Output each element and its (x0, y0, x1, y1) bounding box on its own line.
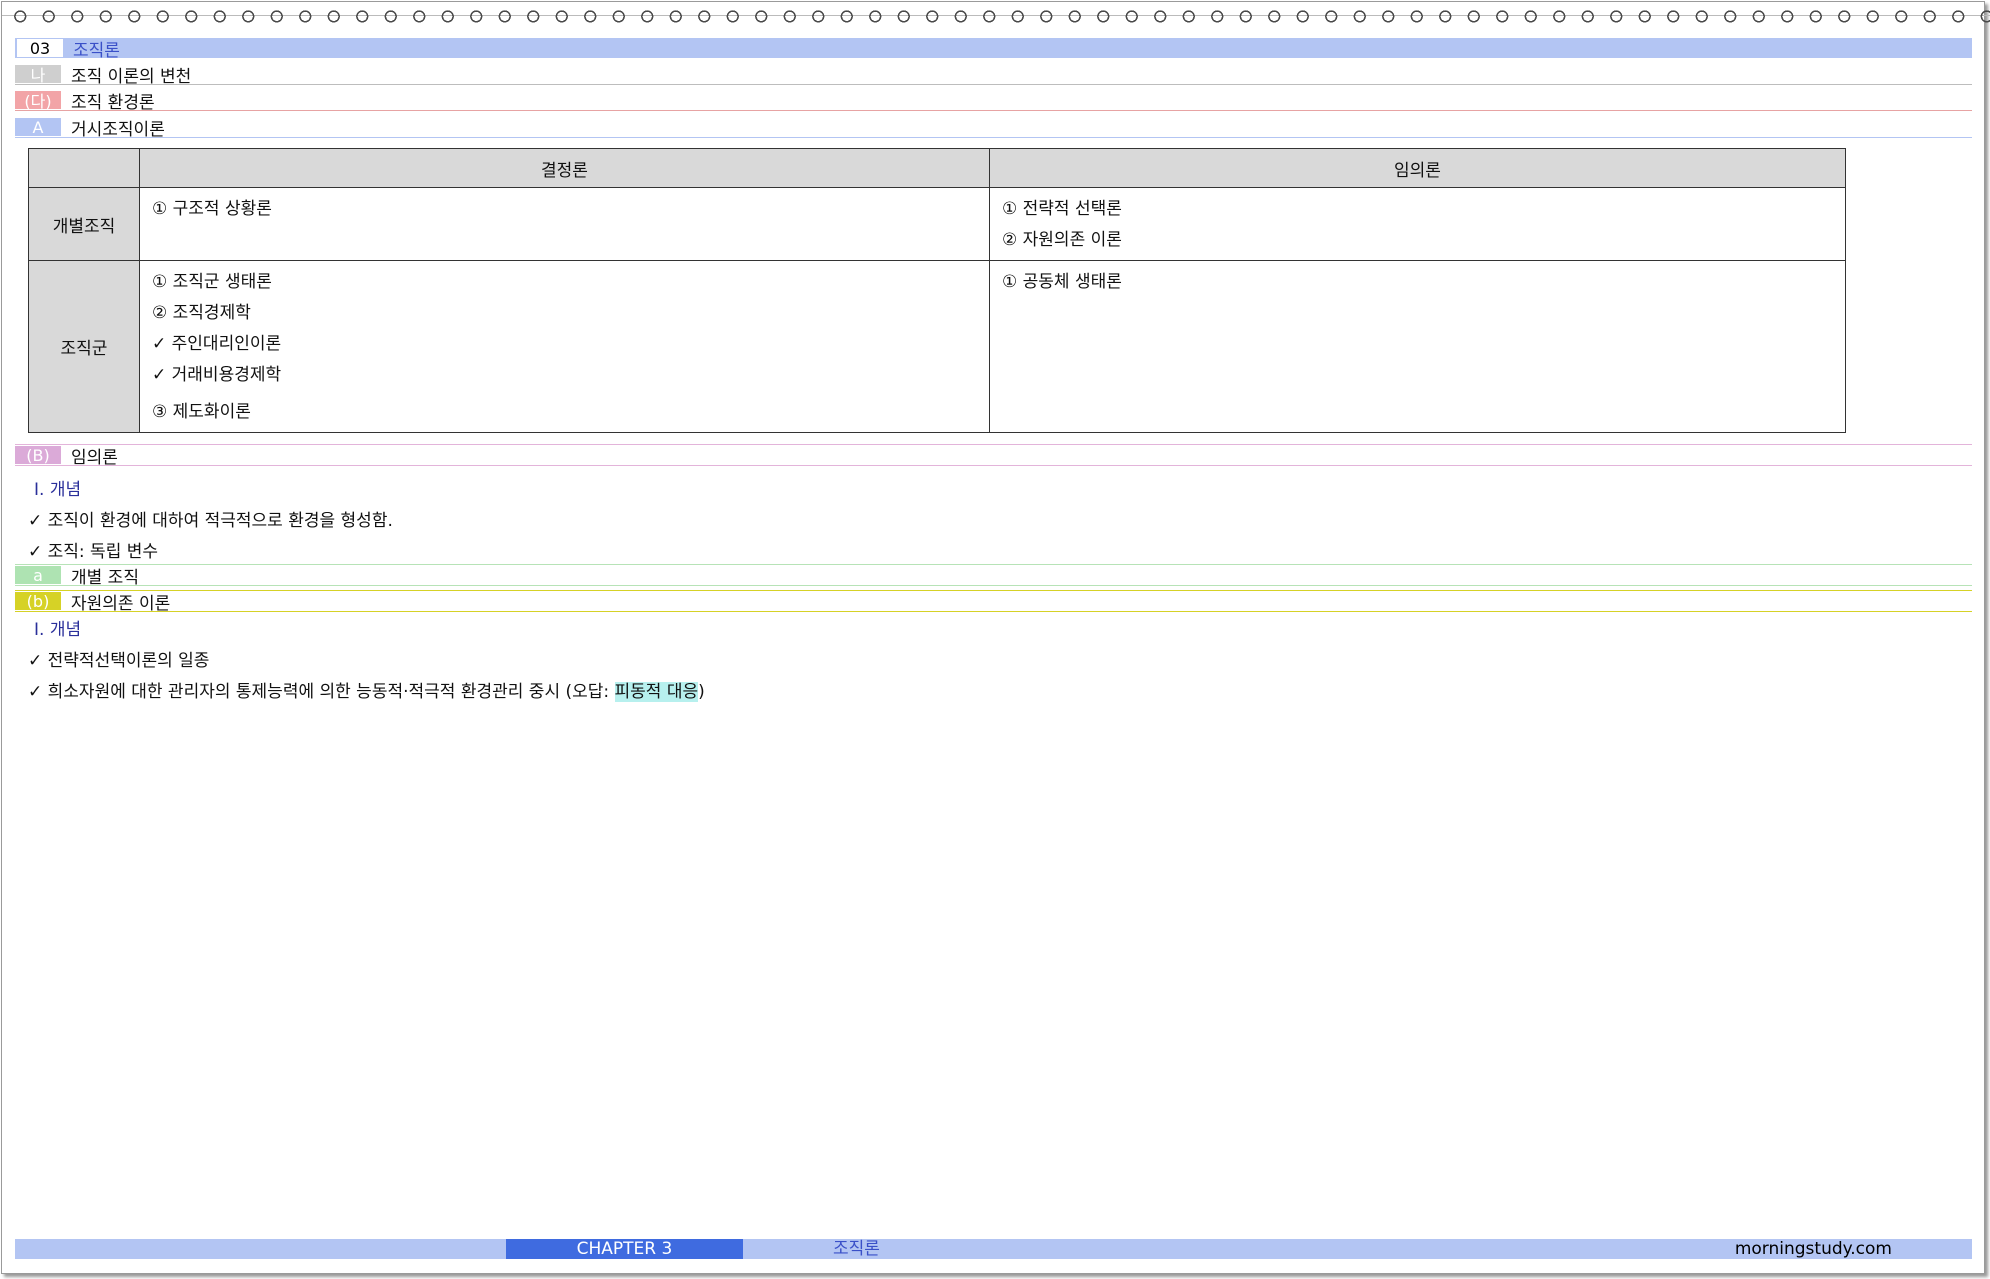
section-da-tag: (다) (15, 91, 61, 111)
highlighted-answer: 피동적 대응 (614, 682, 699, 702)
page-footer: CHAPTER 3 조직론 morningstudy.com (15, 1239, 1972, 1259)
item-text-end: ) (698, 682, 705, 702)
section-sb-tag: (b) (15, 592, 61, 611)
table-row: 개별조직 ① 구조적 상황론 ① 전략적 선택론 ② 자원의존 이론 (28, 187, 1846, 261)
column-voluntarism: 임의론 (989, 148, 1846, 188)
list-item: ✓ 조직: 독립 변수 (28, 542, 159, 562)
list-item: ✓ 조직이 환경에 대하여 적극적으로 환경을 형성함. (28, 511, 393, 531)
section-sb-title: 자원의존 이론 (71, 593, 171, 614)
footer-site: morningstudy.com (1734, 1239, 1892, 1259)
section-da-title: 조직 환경론 (71, 92, 155, 113)
section-sa-header: a 개별 조직 (15, 564, 1972, 588)
section-b-header: (B) 임의론 (15, 444, 1972, 468)
table-corner (28, 148, 140, 188)
section-a-header: A 거시조직이론 (15, 117, 1972, 140)
section-a-tag: A (15, 118, 61, 137)
list-item: ① 전략적 선택론 (1002, 199, 1122, 219)
section-na-title: 조직 이론의 변천 (71, 66, 192, 87)
list-item: ③ 제도화이론 (152, 402, 251, 422)
section-na-tag: 나 (15, 65, 61, 85)
section-sb-roman-heading: Ⅰ. 개념 (34, 620, 82, 640)
section-na-header: 나 조직 이론의 변천 (15, 64, 1972, 87)
row-label-population: 조직군 (28, 260, 140, 433)
list-item: ✓ 주인대리인이론 (152, 334, 282, 354)
section-sa-title: 개별 조직 (71, 567, 139, 588)
list-item: ② 조직경제학 (152, 303, 251, 323)
cell-population-voluntarism: ① 공동체 생태론 (989, 260, 1846, 433)
table-header-row: 결정론 임의론 (28, 148, 1846, 188)
item-text: ✓ 희소자원에 대한 관리자의 통제능력에 의한 능동적·적극적 환경관리 중시… (28, 682, 615, 702)
section-b-roman-heading: Ⅰ. 개념 (34, 480, 82, 500)
section-a-title: 거시조직이론 (71, 119, 165, 140)
list-item: ✓ 전략적선택이론의 일종 (28, 651, 210, 671)
chapter-number: 03 (17, 39, 63, 58)
theory-table: 결정론 임의론 개별조직 ① 구조적 상황론 ① 전략적 선택론 ② 자원의존 … (28, 148, 1846, 433)
list-item: ✓ 희소자원에 대한 관리자의 통제능력에 의한 능동적·적극적 환경관리 중시… (28, 677, 705, 702)
footer-title: 조직론 (833, 1239, 880, 1259)
section-b-tag: (B) (15, 446, 61, 465)
cell-individual-voluntarism: ① 전략적 선택론 ② 자원의존 이론 (989, 187, 1846, 261)
list-item: ① 구조적 상황론 (152, 199, 272, 219)
list-item: ① 조직군 생태론 (152, 272, 272, 292)
section-sa-tag: a (15, 566, 61, 585)
footer-chapter: CHAPTER 3 (506, 1239, 743, 1259)
cell-individual-determinism: ① 구조적 상황론 (139, 187, 990, 261)
table-row: 조직군 ① 조직군 생태론 ② 조직경제학 ✓ 주인대리인이론 ✓ 거래비용경제… (28, 260, 1846, 433)
row-label-individual: 개별조직 (28, 187, 140, 261)
cell-population-determinism: ① 조직군 생태론 ② 조직경제학 ✓ 주인대리인이론 ✓ 거래비용경제학 ③ … (139, 260, 990, 433)
list-item: ② 자원의존 이론 (1002, 230, 1122, 250)
section-b-title: 임의론 (71, 447, 118, 468)
section-da-header: (다) 조직 환경론 (15, 90, 1972, 113)
chapter-title: 조직론 (73, 40, 120, 61)
section-sb-header: (b) 자원의존 이론 (15, 590, 1972, 614)
chapter-header: 03 조직론 (15, 38, 1972, 61)
list-item: ✓ 거래비용경제학 (152, 365, 282, 385)
column-determinism: 결정론 (139, 148, 990, 188)
list-item: ① 공동체 생태론 (1002, 272, 1122, 292)
spiral-binding (2, 2, 1990, 26)
